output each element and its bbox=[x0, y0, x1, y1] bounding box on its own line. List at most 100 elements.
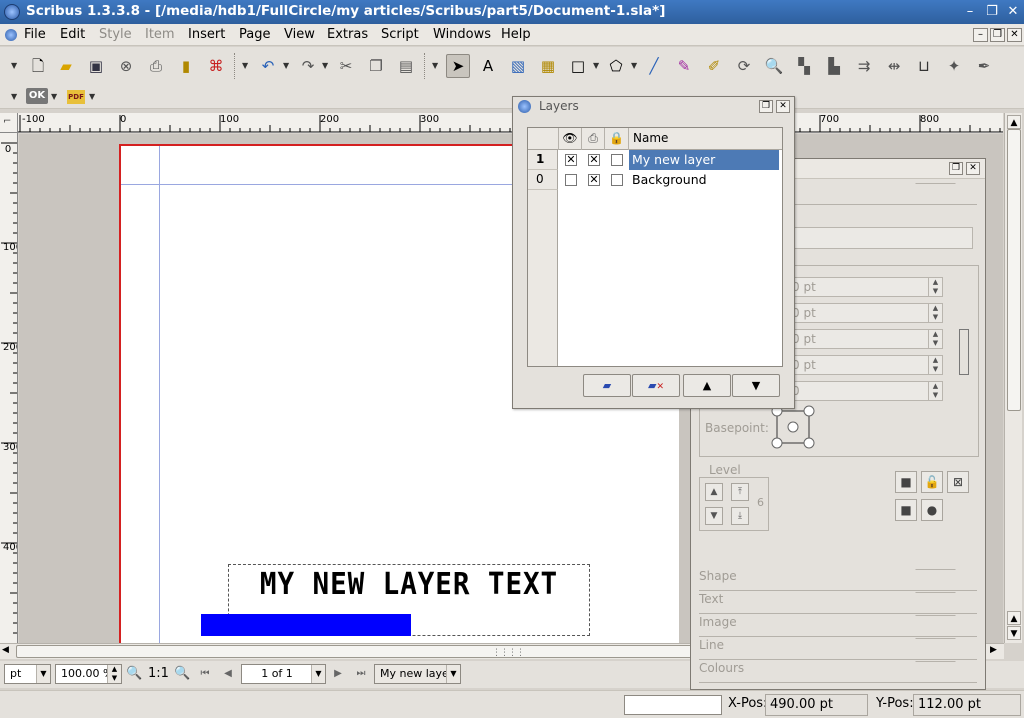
preflight-icon[interactable]: ▮ bbox=[174, 54, 198, 78]
cut-icon[interactable]: ✂ bbox=[334, 54, 358, 78]
ruler-origin[interactable]: ⌐ bbox=[0, 113, 18, 133]
zoom-spinbox[interactable]: 100.00 % ▲ ▼ bbox=[55, 664, 122, 684]
lower-to-bottom-icon[interactable]: ⤓ bbox=[731, 507, 749, 525]
menu-extras[interactable]: Extras bbox=[327, 27, 368, 42]
edit-text-icon[interactable]: ▙ bbox=[822, 54, 846, 78]
raise-level-icon[interactable]: ▲ bbox=[705, 483, 723, 501]
visible-checkbox[interactable] bbox=[565, 174, 577, 186]
current-layer-select[interactable]: My new layer ▼ bbox=[374, 664, 461, 684]
height-spinbox[interactable]: 0 pt ▲ ▼ bbox=[787, 355, 943, 375]
blue-rectangle-shape[interactable] bbox=[201, 614, 411, 636]
select-tool-icon[interactable]: ➤ bbox=[446, 54, 470, 78]
menu-help[interactable]: Help bbox=[501, 27, 531, 42]
menu-view[interactable]: View bbox=[284, 27, 315, 42]
shape-dropdown-icon[interactable]: ▼ bbox=[593, 61, 599, 70]
measurements-icon[interactable]: ⊔ bbox=[912, 54, 936, 78]
scroll-up-icon[interactable]: ▲ bbox=[1007, 115, 1021, 129]
tab-line[interactable]: Line bbox=[699, 638, 977, 660]
width-spinbox[interactable]: 0 pt ▲ ▼ bbox=[787, 329, 943, 349]
menu-script[interactable]: Script bbox=[381, 27, 419, 42]
line-tool-icon[interactable]: ╱ bbox=[642, 54, 666, 78]
scroll-left-icon[interactable]: ◀ bbox=[2, 645, 9, 655]
polygon-dropdown-icon[interactable]: ▼ bbox=[631, 61, 637, 70]
lower-level-icon[interactable]: ▼ bbox=[705, 507, 723, 525]
layers-titlebar[interactable]: Layers ❐ ✕ bbox=[513, 97, 794, 117]
tab-text[interactable]: Text bbox=[699, 592, 977, 614]
printable-checkbox[interactable]: ✕ bbox=[588, 174, 600, 186]
polygon-tool-icon[interactable]: ⬠ bbox=[604, 54, 628, 78]
unit-select[interactable]: pt ▼ bbox=[4, 664, 51, 684]
redo-dropdown-icon[interactable]: ▼ bbox=[322, 61, 328, 70]
printable-checkbox[interactable]: ✕ bbox=[588, 154, 600, 166]
tab-image[interactable]: Image bbox=[699, 615, 977, 637]
visible-eye-icon[interactable]: 👁 bbox=[559, 128, 582, 150]
pdf-ok-dropdown-icon[interactable]: ▼ bbox=[51, 92, 57, 101]
close-document-icon[interactable]: ⊗ bbox=[114, 54, 138, 78]
name-input[interactable] bbox=[787, 227, 973, 249]
locked-lock-icon[interactable]: 🔒 bbox=[605, 128, 629, 150]
close-dialog-button[interactable]: ✕ bbox=[776, 100, 790, 113]
mdi-restore-button[interactable]: ❐ bbox=[990, 28, 1005, 42]
mdi-minimize-button[interactable]: – bbox=[973, 28, 988, 42]
printable-printer-icon[interactable]: ⎙ bbox=[582, 128, 605, 150]
next-page-icon[interactable]: ▶ bbox=[330, 665, 346, 683]
mdi-close-button[interactable]: ✕ bbox=[1007, 28, 1022, 42]
menu-windows[interactable]: Windows bbox=[433, 27, 491, 42]
table-row[interactable]: 1 ✕ ✕ My new layer bbox=[528, 150, 782, 170]
unlock-icon[interactable]: 🔓 bbox=[921, 471, 943, 493]
float-button[interactable]: ❐ bbox=[759, 100, 773, 113]
undo-icon[interactable]: ↶ bbox=[256, 54, 280, 78]
page-select[interactable]: 1 of 1 ▼ bbox=[241, 664, 326, 684]
margin-guide-vertical[interactable] bbox=[159, 146, 160, 643]
eyedropper-icon[interactable]: ✒ bbox=[972, 54, 996, 78]
zoom-out-icon[interactable]: 🔍 bbox=[126, 666, 142, 681]
document-menu-icon[interactable] bbox=[5, 29, 17, 41]
scroll-up-icon[interactable]: ▲ bbox=[1007, 611, 1021, 625]
window-titlebar[interactable]: Scribus 1.3.3.8 - [/media/hdb1/FullCircl… bbox=[0, 0, 1024, 24]
toolbar-handle-icon[interactable]: ▼ bbox=[242, 61, 248, 70]
menu-edit[interactable]: Edit bbox=[60, 27, 85, 42]
menu-file[interactable]: File bbox=[24, 27, 46, 42]
first-page-icon[interactable]: ⏮ bbox=[197, 665, 213, 683]
paste-icon[interactable]: ▤ bbox=[394, 54, 418, 78]
aspect-lock-icon[interactable] bbox=[959, 329, 969, 375]
export-pdf-icon[interactable]: ⌘ bbox=[204, 54, 228, 78]
close-button[interactable]: ✕ bbox=[1004, 3, 1022, 21]
link-frames-icon[interactable]: ⇉ bbox=[852, 54, 876, 78]
layers-table[interactable]: 👁 ⎙ 🔒 Name 1 ✕ ✕ My new layer 0 ✕ Backgr… bbox=[527, 127, 783, 367]
pdf-ok-button[interactable]: OK bbox=[26, 88, 48, 104]
tab-shape[interactable]: Shape bbox=[699, 569, 977, 591]
rotation-spinbox[interactable]: 0 ▲ ▼ bbox=[787, 381, 943, 401]
unlink-frames-icon[interactable]: ⇹ bbox=[882, 54, 906, 78]
raise-layer-button[interactable]: ▲ bbox=[683, 374, 731, 397]
zoom-ratio-button[interactable]: 1:1 bbox=[148, 666, 169, 681]
menu-item[interactable]: Item bbox=[145, 27, 175, 42]
flip-horizontal-icon[interactable]: ■ bbox=[895, 471, 917, 493]
delete-layer-button[interactable]: ▰✕ bbox=[632, 374, 680, 397]
visible-checkbox[interactable]: ✕ bbox=[565, 154, 577, 166]
zoom-in-icon[interactable]: 🔍 bbox=[174, 666, 190, 681]
save-icon[interactable]: ▣ bbox=[84, 54, 108, 78]
menu-insert[interactable]: Insert bbox=[188, 27, 225, 42]
text-frame-tool-icon[interactable]: A bbox=[476, 54, 500, 78]
last-page-icon[interactable]: ⏭ bbox=[353, 665, 369, 683]
rotate-tool-icon[interactable]: ⟳ bbox=[732, 54, 756, 78]
image-frame-tool-icon[interactable]: ▧ bbox=[506, 54, 530, 78]
copy-icon[interactable]: ❐ bbox=[364, 54, 388, 78]
zoom-tool-icon[interactable]: 🔍 bbox=[762, 54, 786, 78]
edit-contents-icon[interactable]: ▚ bbox=[792, 54, 816, 78]
scroll-right-icon[interactable]: ▶ bbox=[990, 645, 997, 655]
table-row[interactable]: 0 ✕ Background bbox=[528, 170, 782, 190]
layer-name[interactable]: My new layer bbox=[629, 150, 779, 170]
table-tool-icon[interactable]: ▦ bbox=[536, 54, 560, 78]
lower-layer-button[interactable]: ▼ bbox=[732, 374, 780, 397]
raise-to-top-icon[interactable]: ⤒ bbox=[731, 483, 749, 501]
basepoint-selector[interactable] bbox=[771, 405, 817, 451]
menu-style[interactable]: Style bbox=[99, 27, 132, 42]
vertical-ruler[interactable]: 0 100 200 300 400 bbox=[0, 133, 18, 643]
layer-name[interactable]: Background bbox=[629, 170, 779, 190]
freehand-tool-icon[interactable]: ✐ bbox=[702, 54, 726, 78]
size-lock-icon[interactable]: ● bbox=[921, 499, 943, 521]
tab-colours[interactable]: Colours bbox=[699, 661, 977, 683]
xpos-spinbox[interactable]: 0 pt ▲ ▼ bbox=[787, 277, 943, 297]
